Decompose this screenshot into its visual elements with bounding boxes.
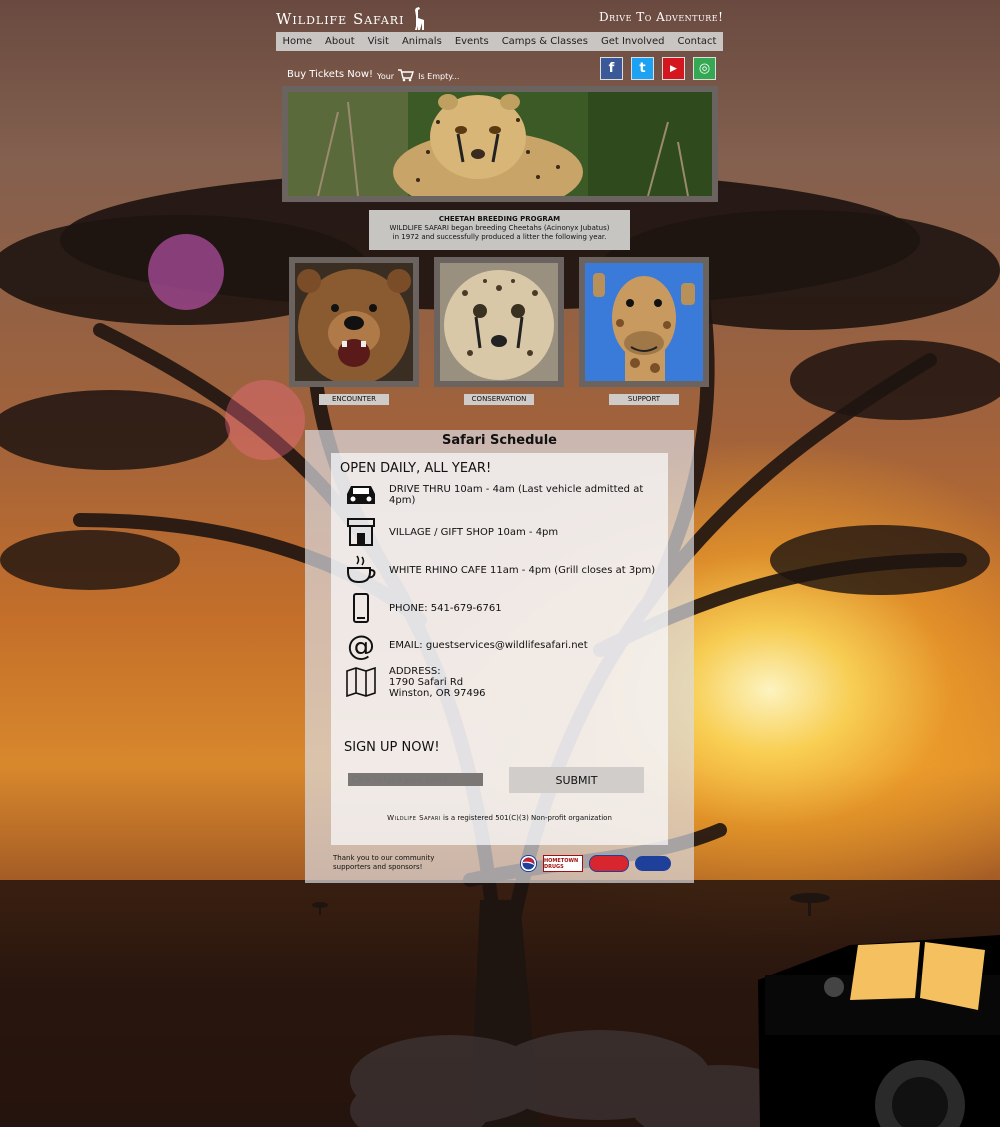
coffee-cup-icon — [345, 554, 377, 586]
email-signup-input[interactable] — [348, 773, 483, 786]
nav-visit[interactable]: Visit — [368, 36, 389, 47]
address-line2: Winston, OR 97496 — [389, 688, 486, 699]
phone-icon — [345, 592, 377, 624]
facebook-icon[interactable]: f — [600, 57, 623, 80]
main-nav: Home About Visit Animals Events Camps & … — [276, 32, 723, 51]
nav-home[interactable]: Home — [283, 36, 313, 47]
youtube-icon[interactable]: ▶ — [662, 57, 685, 80]
nav-animals[interactable]: Animals — [402, 36, 442, 47]
pepsi-logo[interactable] — [520, 855, 537, 872]
conservation-button[interactable]: CONSERVATION — [464, 394, 534, 405]
email-text[interactable]: EMAIL: guestservices@wildlifesafari.net — [389, 640, 588, 651]
giraffe-icon — [412, 6, 428, 34]
at-sign-icon: @ — [347, 628, 375, 662]
cheetah-caption: CHEETAH BREEDING PROGRAM WILDLIFE SAFARI… — [369, 210, 630, 250]
cafe-text: WHITE RHINO CAFE 11am - 4pm (Grill close… — [389, 564, 656, 576]
shop-icon — [345, 516, 377, 548]
address-row: ADDRESS: 1790 Safari Rd Winston, OR 9749… — [345, 666, 486, 699]
giraffe-photo — [585, 263, 703, 381]
tripadvisor-icon[interactable]: ◎ — [693, 57, 716, 80]
phone-row: PHONE: 541-679-6761 — [345, 592, 502, 624]
hometown-drugs-logo[interactable]: HOMETOWN DRUGS — [543, 855, 583, 872]
caption-title: CHEETAH BREEDING PROGRAM — [438, 215, 561, 223]
site-tagline: Drive To Adventure! — [599, 10, 724, 24]
site-logo[interactable]: Wildlife Safari — [276, 6, 428, 34]
buy-tickets-link[interactable]: Buy Tickets Now! — [287, 69, 373, 80]
email-row: @ EMAIL: guestservices@wildlifesafari.ne… — [345, 628, 588, 662]
caption-line1: WILDLIFE SAFARI began breeding Cheetahs … — [389, 224, 610, 232]
car-icon — [345, 479, 377, 511]
logo-text: Wildlife Safari — [276, 10, 405, 28]
caption-line2: in 1972 and successfully produced a litt… — [392, 233, 607, 241]
sponsors-thanks: Thank you to our community supporters an… — [333, 854, 435, 871]
conservation-tile[interactable] — [434, 257, 564, 387]
schedule-panel: Safari Schedule OPEN DAILY, ALL YEAR! DR… — [305, 430, 694, 883]
nav-contact[interactable]: Contact — [678, 36, 717, 47]
nav-about[interactable]: About — [325, 36, 355, 47]
drive-thru-text: DRIVE THRU 10am - 4am (Last vehicle admi… — [389, 484, 644, 506]
submit-button[interactable]: SUBMIT — [509, 767, 644, 793]
address-line1: 1790 Safari Rd — [389, 677, 464, 688]
sponsor-logo-blue[interactable] — [635, 856, 671, 871]
open-daily-heading: OPEN DAILY, ALL YEAR! — [340, 461, 492, 476]
cart-status[interactable]: Your Is Empty... — [377, 69, 459, 84]
encounter-button[interactable]: ENCOUNTER — [319, 394, 389, 405]
bear-photo — [295, 263, 413, 381]
drive-thru-row: DRIVE THRU 10am - 4am (Last vehicle admi… — [345, 479, 668, 511]
cart-empty-label: Is Empty... — [418, 72, 460, 81]
support-tile[interactable] — [579, 257, 709, 387]
cart-your-label: Your — [377, 72, 395, 81]
nav-camps-classes[interactable]: Camps & Classes — [502, 36, 588, 47]
cafe-row: WHITE RHINO CAFE 11am - 4pm (Grill close… — [345, 554, 655, 586]
nonprofit-brand: Wildlife Safari — [387, 814, 441, 822]
nav-get-involved[interactable]: Get Involved — [601, 36, 665, 47]
social-links: f t ▶ ◎ — [600, 57, 716, 80]
support-button[interactable]: SUPPORT — [609, 394, 679, 405]
cheetah-photo — [288, 92, 712, 196]
nav-events[interactable]: Events — [455, 36, 489, 47]
hero-banner[interactable] — [282, 86, 718, 202]
address-label: ADDRESS: — [389, 666, 441, 677]
cart-icon — [398, 69, 415, 84]
twitter-icon[interactable]: t — [631, 57, 654, 80]
address-block: ADDRESS: 1790 Safari Rd Winston, OR 9749… — [389, 666, 486, 699]
village-text: VILLAGE / GIFT SHOP 10am - 4pm — [389, 526, 559, 538]
cheetah-cub-photo — [440, 263, 558, 381]
schedule-title: Safari Schedule — [442, 433, 557, 448]
village-row: VILLAGE / GIFT SHOP 10am - 4pm — [345, 516, 558, 548]
phone-text[interactable]: PHONE: 541-679-6761 — [389, 603, 502, 614]
map-icon — [345, 666, 377, 698]
nonprofit-text: is a registered 501(C)(3) Non-profit org… — [443, 814, 612, 822]
schedule-content: OPEN DAILY, ALL YEAR! DRIVE THRU 10am - … — [331, 453, 668, 845]
nonprofit-note: Wildlife Safari is a registered 501(C)(3… — [331, 814, 668, 822]
signup-heading: SIGN UP NOW! — [344, 740, 440, 755]
sponsor-logo-red[interactable] — [589, 855, 629, 872]
sponsor-logos: HOMETOWN DRUGS — [520, 855, 671, 872]
encounter-tile[interactable] — [289, 257, 419, 387]
